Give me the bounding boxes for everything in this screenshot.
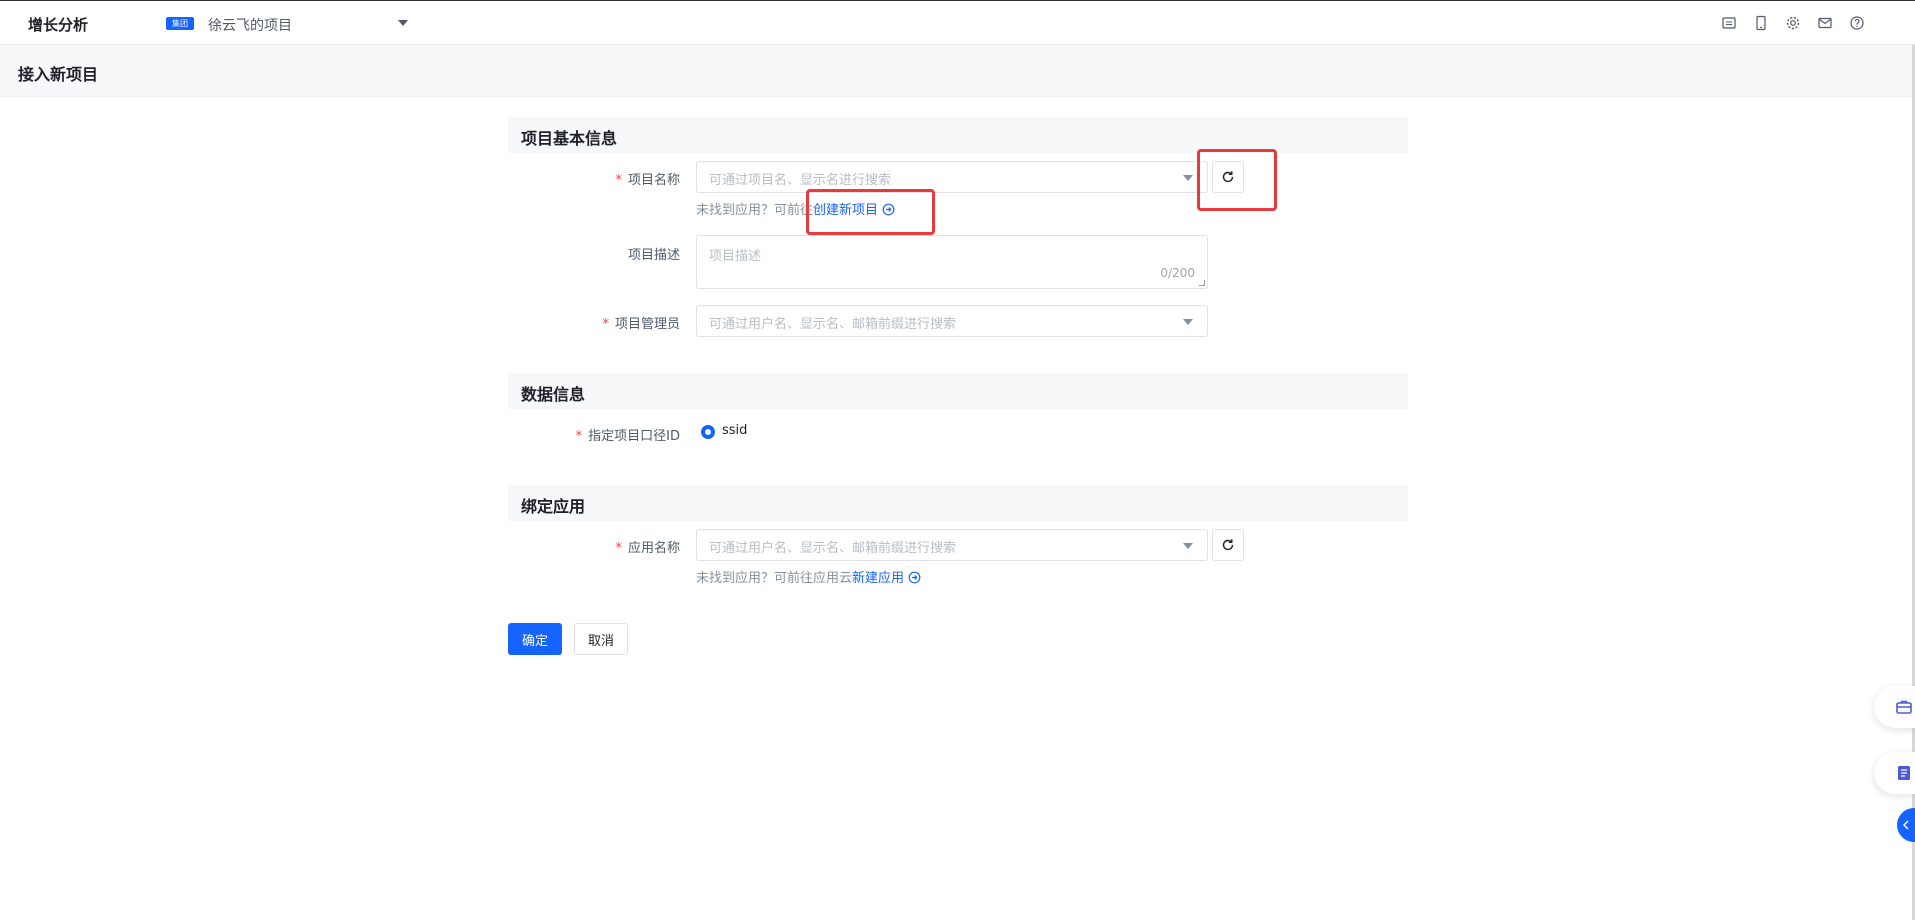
gear-icon[interactable] (1783, 13, 1803, 33)
chevron-left-icon (1902, 820, 1909, 830)
app-title: 增长分析 (28, 16, 89, 34)
toolbox-icon (1896, 700, 1912, 714)
chevron-down-icon (1183, 543, 1193, 549)
required-mark: * (615, 541, 622, 556)
id-label: * 指定项目口径ID (575, 429, 680, 444)
section-data-info: 数据信息 (508, 373, 1408, 409)
highlight-box-refresh (1197, 149, 1277, 211)
required-mark: * (615, 173, 622, 188)
top-toolbar (1719, 13, 1867, 33)
section-title: 项目基本信息 (521, 129, 618, 148)
page-header: 接入新项目 (0, 46, 1912, 97)
description-textarea[interactable]: 项目描述 0/200 (696, 235, 1208, 289)
refresh-app-button[interactable] (1212, 529, 1244, 561)
chevron-down-icon[interactable] (398, 20, 408, 26)
group-badge: 集团 (166, 17, 194, 30)
collapse-panel-button[interactable] (1897, 808, 1915, 842)
select-placeholder: 可通过用户名、显示名、邮箱前缀进行搜索 (709, 541, 957, 556)
required-mark: * (575, 429, 583, 444)
select-placeholder: 可通过项目名、显示名进行搜索 (709, 173, 892, 188)
create-app-link[interactable]: 新建应用 (852, 571, 904, 586)
ssid-radio[interactable] (701, 425, 715, 439)
floating-toolbox-button[interactable] (1874, 686, 1915, 728)
refresh-icon (1222, 539, 1234, 551)
mobile-icon[interactable] (1751, 13, 1771, 33)
required-mark: * (602, 317, 609, 332)
section-title: 数据信息 (521, 385, 586, 404)
document-icon (1898, 766, 1910, 780)
cancel-button[interactable]: 取消 (574, 623, 628, 655)
section-title: 绑定应用 (521, 497, 586, 516)
app-create-hint: 未找到应用？可前往应用云新建应用 (696, 567, 921, 588)
section-basic-info: 项目基本信息 (508, 117, 1408, 153)
description-label: 项目描述 (627, 248, 680, 263)
mail-icon[interactable] (1815, 13, 1835, 33)
top-bar: 增长分析 集团 徐云飞的项目 (0, 0, 1915, 45)
textarea-placeholder: 项目描述 (709, 249, 762, 264)
resize-handle[interactable] (1199, 280, 1205, 286)
highlight-box-create-link (806, 189, 935, 235)
switch-icon[interactable] (1719, 13, 1739, 33)
admin-label: * 项目管理员 (602, 317, 680, 332)
project-name-label: * 项目名称 (615, 173, 680, 188)
help-icon[interactable] (1847, 13, 1867, 33)
floating-doc-button[interactable] (1874, 752, 1915, 794)
char-count: 0/200 (1160, 266, 1195, 280)
project-name-select[interactable]: 可通过项目名、显示名进行搜索 (696, 161, 1208, 193)
app-name-select[interactable]: 可通过用户名、显示名、邮箱前缀进行搜索 (696, 529, 1208, 561)
chevron-down-icon (1183, 319, 1193, 325)
admin-select[interactable]: 可通过用户名、显示名、邮箱前缀进行搜索 (696, 305, 1208, 337)
section-bind-app: 绑定应用 (508, 485, 1408, 521)
select-placeholder: 可通过用户名、显示名、邮箱前缀进行搜索 (709, 317, 957, 332)
chevron-down-icon (1183, 175, 1193, 181)
project-switcher-label[interactable]: 徐云飞的项目 (208, 15, 292, 35)
ssid-radio-label[interactable]: ssid (722, 423, 747, 438)
page-title: 接入新项目 (18, 65, 99, 84)
arrow-right-icon[interactable] (908, 571, 921, 588)
app-name-label: * 应用名称 (615, 541, 680, 556)
confirm-button[interactable]: 确定 (508, 623, 562, 655)
